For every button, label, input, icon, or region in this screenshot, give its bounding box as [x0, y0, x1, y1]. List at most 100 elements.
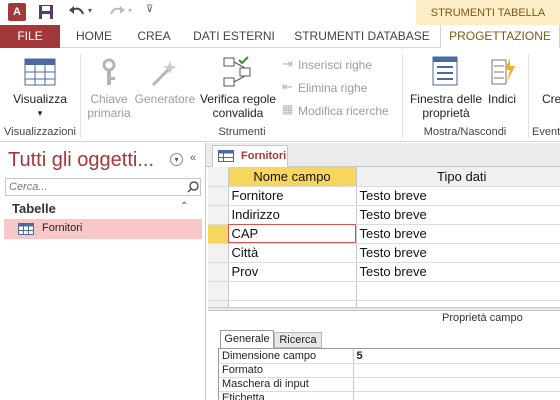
document-tab-label: Fornitori: [241, 150, 287, 162]
data-type-cell[interactable]: Testo breve: [356, 186, 560, 206]
table-icon: [18, 223, 34, 235]
row-selector[interactable]: [208, 186, 229, 206]
customize-qat-icon[interactable]: ⊽: [146, 4, 153, 15]
nav-item-label: Fornitori: [42, 222, 83, 234]
table-row[interactable]: Prov Testo breve: [208, 262, 560, 282]
tab-dati-esterni[interactable]: DATI ESTERNI: [186, 25, 282, 48]
collapse-pane-icon[interactable]: «: [190, 152, 196, 164]
verifica-regole-button[interactable]: Verifica regole convalida: [196, 92, 280, 120]
finestra-proprieta-button[interactable]: Finestra delle proprietà: [406, 92, 486, 120]
key-icon: [102, 58, 116, 85]
elimina-righe-button: Elimina righe: [298, 81, 368, 95]
field-name-cell[interactable]: Prov: [228, 262, 357, 282]
insert-rows-icon: ⇥: [282, 56, 293, 71]
visualizza-dropdown-icon[interactable]: ▾: [8, 106, 72, 120]
field-name-cell[interactable]: [228, 281, 357, 301]
tab-strumenti-database[interactable]: STRUMENTI DATABASE: [288, 25, 436, 48]
delete-rows-icon: ⇤: [282, 79, 293, 94]
field-name-cell[interactable]: Città: [228, 243, 357, 263]
table-row-empty[interactable]: [208, 281, 560, 301]
row-selector[interactable]: [208, 262, 229, 282]
tab-crea[interactable]: CREA: [126, 25, 182, 48]
nav-search-box[interactable]: [5, 178, 201, 196]
redo-dropdown-icon: ▾: [128, 6, 133, 15]
property-value[interactable]: [353, 391, 560, 400]
undo-dropdown-icon[interactable]: ▾: [88, 6, 92, 15]
property-label: Etichetta: [219, 391, 354, 400]
grid-corner: [208, 167, 229, 187]
search-icon[interactable]: [187, 181, 199, 193]
data-type-cell[interactable]: Testo breve: [356, 243, 560, 263]
table-view-icon[interactable]: [24, 58, 56, 86]
data-type-cell[interactable]: Testo breve: [356, 262, 560, 282]
field-name-cell[interactable]: CAP: [228, 224, 357, 244]
column-header-nome-campo[interactable]: Nome campo: [228, 167, 357, 187]
row-selector[interactable]: [208, 300, 229, 307]
data-type-cell[interactable]: [356, 300, 560, 307]
collapse-section-icon[interactable]: ⌃: [180, 201, 188, 212]
property-row[interactable]: Maschera di input: [219, 377, 560, 392]
modify-lookup-icon: ▦: [282, 102, 294, 116]
data-type-cell[interactable]: Testo breve: [356, 205, 560, 225]
group-separator: [80, 54, 81, 138]
document-tab-fornitori[interactable]: Fornitori: [212, 145, 288, 167]
data-type-cell[interactable]: Testo breve: [356, 224, 560, 244]
tab-progettazione[interactable]: PROGETTAZIONE: [440, 25, 560, 49]
visualizza-button[interactable]: Visualizza: [8, 92, 72, 106]
indexes-icon[interactable]: [490, 56, 516, 86]
table-row[interactable]: Fornitore Testo breve: [208, 186, 560, 206]
pane-splitter[interactable]: [208, 307, 560, 311]
group-label-visualizzazioni: Visualizzazioni: [4, 126, 76, 138]
tab-file[interactable]: FILE: [0, 25, 60, 48]
table-row-empty[interactable]: [208, 300, 560, 307]
validation-rules-icon[interactable]: [222, 56, 252, 88]
row-selector-active[interactable]: [208, 224, 229, 244]
table-row[interactable]: Città Testo breve: [208, 243, 560, 263]
column-header-tipo-dati[interactable]: Tipo dati: [356, 167, 560, 187]
row-selector[interactable]: [208, 243, 229, 263]
section-header-tabelle[interactable]: Tabelle: [12, 201, 56, 216]
field-properties-title: Proprietà campo: [442, 312, 523, 324]
row-selector[interactable]: [208, 281, 229, 301]
context-header: STRUMENTI TABELLA: [416, 0, 560, 25]
group-label-eventi: Event: [532, 126, 560, 138]
nav-item-fornitori[interactable]: Fornitori: [4, 219, 202, 239]
group-label-strumenti: Strumenti: [218, 126, 266, 138]
wand-icon: [151, 61, 177, 87]
nav-title[interactable]: Tutti gli oggetti...: [8, 149, 154, 172]
access-app-icon[interactable]: A: [8, 3, 26, 21]
properties-grid: Dimensione campo 5 Formato Maschera di in…: [218, 348, 560, 400]
property-row[interactable]: Dimensione campo 5: [219, 349, 560, 364]
navigation-pane: Tutti gli oggetti... ▾ « Tabelle ⌃ Forni…: [0, 143, 206, 400]
field-name-cell[interactable]: [228, 300, 357, 307]
row-selector[interactable]: [208, 205, 229, 225]
undo-icon[interactable]: [68, 4, 86, 20]
property-label: Maschera di input: [219, 377, 354, 392]
tab-generale[interactable]: Generale: [220, 330, 274, 348]
tab-home[interactable]: HOME: [66, 25, 122, 48]
generatore-button: Generatore: [134, 92, 196, 106]
group-separator: [528, 54, 529, 138]
nav-menu-chevron-icon[interactable]: ▾: [170, 153, 183, 166]
property-row[interactable]: Etichetta: [219, 391, 560, 400]
field-name-cell[interactable]: Fornitore: [228, 186, 357, 206]
property-sheet-icon[interactable]: [432, 56, 458, 86]
nav-search-input[interactable]: [6, 179, 176, 195]
indici-button[interactable]: Indici: [484, 92, 520, 106]
tab-ricerca[interactable]: Ricerca: [274, 332, 322, 348]
property-row[interactable]: Formato: [219, 363, 560, 378]
redo-icon: [110, 6, 125, 15]
property-value[interactable]: [353, 377, 560, 392]
table-row-selected[interactable]: CAP Testo breve: [208, 224, 560, 244]
save-icon[interactable]: [38, 4, 54, 20]
property-value[interactable]: 5: [353, 349, 560, 364]
group-label-mostra-nascondi: Mostra/Nascondi: [423, 126, 507, 138]
modifica-ricerche-button: Modifica ricerche: [298, 104, 389, 118]
property-value[interactable]: [353, 363, 560, 378]
design-grid: Nome campo Tipo dati Fornitore Testo brev…: [208, 167, 560, 307]
crea-macro-button[interactable]: Cre: [542, 92, 560, 106]
table-design-icon: [218, 150, 234, 162]
table-row[interactable]: Indirizzo Testo breve: [208, 205, 560, 225]
field-name-cell[interactable]: Indirizzo: [228, 205, 357, 225]
data-type-cell[interactable]: [356, 281, 560, 301]
